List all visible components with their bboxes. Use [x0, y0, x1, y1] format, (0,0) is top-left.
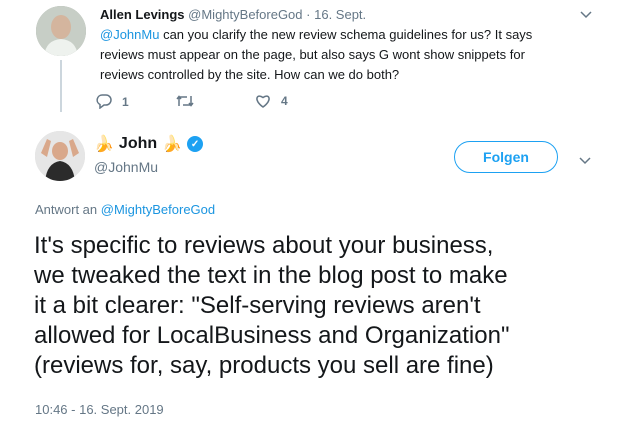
- reply-to-line: Antwort an @MightyBeforeGod: [35, 202, 215, 217]
- reply-header: Allen Levings @MightyBeforeGod · 16. Sep…: [100, 7, 366, 22]
- reply-text-line1: can you clarify the new review schema gu…: [159, 27, 533, 42]
- main-author-name[interactable]: John: [119, 135, 157, 153]
- reply-more-chevron-icon[interactable]: [580, 6, 592, 22]
- reply-action-button[interactable]: 1: [96, 94, 129, 109]
- reply-date[interactable]: 16. Sept.: [314, 7, 366, 22]
- retweet-icon: [176, 95, 194, 107]
- body-line-1: It's specific to reviews about your busi…: [34, 232, 494, 259]
- thread-connector-line: [60, 60, 62, 112]
- body-line-3: it a bit clearer: "Self-serving reviews …: [34, 292, 481, 319]
- main-author-header[interactable]: 🍌 John 🍌 ✓: [94, 134, 204, 154]
- like-action-button[interactable]: 4: [255, 94, 288, 108]
- body-line-2: we tweaked the text in the blog post to …: [34, 262, 508, 289]
- heart-icon: [256, 95, 270, 108]
- body-line-5: (reviews for, say, products you sell are…: [34, 352, 494, 379]
- reply-to-prefix: Antwort an: [35, 202, 101, 217]
- tweet-timestamp[interactable]: 10:46 - 16. Sept. 2019: [35, 402, 164, 417]
- main-tweet-body: It's specific to reviews about your busi…: [34, 231, 509, 381]
- avatar-allen[interactable]: [36, 6, 86, 56]
- reply-mention-link[interactable]: @JohnMu: [100, 27, 159, 42]
- body-line-4: allowed for LocalBusiness and Organizati…: [34, 322, 510, 349]
- main-more-chevron-icon[interactable]: [579, 152, 591, 168]
- main-author-handle[interactable]: @JohnMu: [94, 159, 158, 175]
- reply-count: 1: [122, 94, 129, 109]
- reply-separator: ·: [306, 7, 311, 22]
- reply-text-line3: reviews controlled by the site. How can …: [100, 67, 400, 82]
- reply-text-line2: reviews must appear on the page, but als…: [100, 47, 525, 62]
- banana-emoji-right-icon: 🍌: [162, 136, 183, 153]
- retweet-action-button[interactable]: [176, 94, 204, 108]
- reply-author-name[interactable]: Allen Levings: [100, 7, 185, 22]
- like-count: 4: [281, 94, 288, 108]
- reply-author-handle[interactable]: @MightyBeforeGod: [188, 7, 302, 22]
- reply-text: @JohnMu can you clarify the new review s…: [100, 25, 532, 85]
- reply-icon: [96, 94, 112, 109]
- verified-badge-icon: ✓: [187, 136, 204, 152]
- avatar-john[interactable]: [35, 131, 85, 181]
- reply-to-handle-link[interactable]: @MightyBeforeGod: [101, 202, 215, 217]
- follow-button[interactable]: Folgen: [454, 141, 558, 173]
- banana-emoji-left-icon: 🍌: [94, 136, 114, 153]
